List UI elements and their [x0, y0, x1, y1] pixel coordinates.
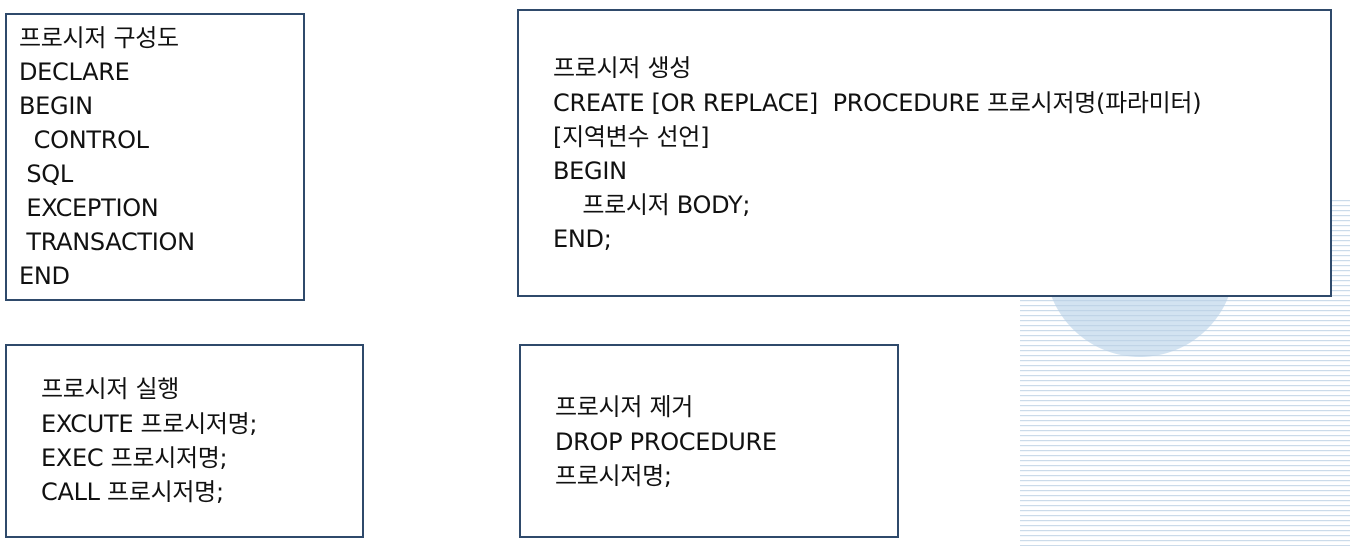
procedure-create-box: 프로시저 생성 CREATE [OR REPLACE] PROCEDURE 프로… [517, 9, 1332, 297]
drop-line: 프로시저명; [555, 462, 672, 490]
structure-line: SQL [19, 160, 73, 188]
execute-line: CALL 프로시저명; [41, 478, 224, 506]
structure-line: END [19, 262, 70, 290]
structure-line: EXCEPTION [19, 194, 159, 222]
procedure-drop-box: 프로시저 제거 DROP PROCEDURE 프로시저명; [519, 344, 899, 538]
create-line: [지역변수 선언] [553, 123, 710, 151]
drop-title: 프로시저 제거 [555, 393, 694, 421]
drop-line: DROP PROCEDURE [555, 428, 777, 456]
structure-title: 프로시저 구성도 [19, 24, 179, 52]
create-line: CREATE [OR REPLACE] PROCEDURE 프로시저명(파라미터… [553, 89, 1202, 117]
structure-line: BEGIN [19, 92, 93, 120]
procedure-execute-box: 프로시저 실행 EXCUTE 프로시저명; EXEC 프로시저명; CALL 프… [5, 344, 364, 538]
execute-line: EXEC 프로시저명; [41, 444, 228, 472]
create-line: END; [553, 225, 612, 253]
execute-line: EXCUTE 프로시저명; [41, 410, 258, 438]
structure-line: TRANSACTION [19, 228, 195, 256]
create-line: BEGIN [553, 157, 627, 185]
execute-title: 프로시저 실행 [41, 375, 180, 403]
structure-line: CONTROL [19, 126, 149, 154]
create-title: 프로시저 생성 [553, 54, 692, 82]
procedure-structure-box: 프로시저 구성도 DECLARE BEGIN CONTROL SQL EXCEP… [5, 13, 305, 301]
structure-line: DECLARE [19, 58, 130, 86]
create-line: 프로시저 BODY; [553, 191, 751, 219]
